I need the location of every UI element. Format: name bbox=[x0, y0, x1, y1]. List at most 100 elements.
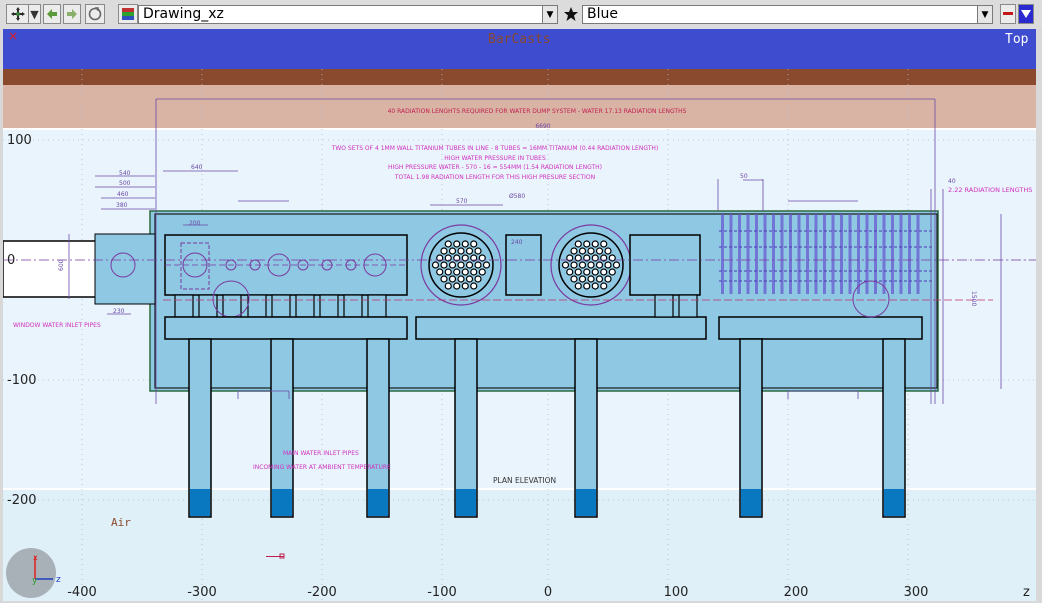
x-tick-300: 300 bbox=[904, 585, 929, 600]
tube-hole bbox=[448, 247, 457, 255]
tubes-note-line4: TOTAL 1.98 RADIATION LENGTH FOR THIS HIG… bbox=[394, 174, 595, 181]
dim-500: 500 bbox=[119, 180, 131, 187]
dropdown-arrow-icon[interactable] bbox=[1018, 4, 1034, 24]
dropdown-arrow-icon[interactable]: ▼ bbox=[977, 5, 993, 24]
tube-hole bbox=[457, 261, 465, 269]
tube-hole bbox=[470, 282, 478, 290]
dim-40: 40 bbox=[948, 178, 956, 185]
forward-arrow-icon[interactable] bbox=[63, 4, 81, 24]
leg-water-level bbox=[576, 489, 596, 516]
drawing-select[interactable]: Drawing_xz bbox=[138, 5, 543, 24]
tube-hole bbox=[566, 268, 574, 276]
x-tick-minus100: -100 bbox=[427, 585, 457, 600]
leg-water-level bbox=[884, 489, 904, 516]
corner-z-label: z bbox=[1023, 585, 1030, 600]
tube-hole bbox=[474, 275, 482, 283]
tube-hole bbox=[453, 240, 461, 248]
banner-title: BarCasts bbox=[488, 32, 551, 47]
fin bbox=[746, 214, 750, 294]
dim-1500: 1500 bbox=[970, 291, 977, 306]
crossbeam-middle bbox=[415, 316, 707, 340]
dim-200: 200 bbox=[189, 220, 201, 227]
dim-600: 600 bbox=[58, 259, 65, 271]
tube-hole bbox=[453, 268, 461, 276]
dim-640: 640 bbox=[191, 164, 203, 171]
tube-hole bbox=[440, 275, 448, 283]
y-tick-minus100: -100 bbox=[7, 373, 37, 388]
refresh-icon[interactable] bbox=[85, 4, 105, 24]
x-tick-0: 0 bbox=[544, 585, 552, 600]
dim-230: 230 bbox=[113, 308, 125, 315]
vertical-scrollbar[interactable] bbox=[1036, 29, 1042, 603]
radiation-note: 40 RADIATION LENGHTS REQUIRED FOR WATER … bbox=[388, 108, 687, 115]
tube-hole bbox=[478, 268, 486, 276]
tube-hole bbox=[591, 268, 599, 276]
move-tool-icon[interactable] bbox=[6, 4, 30, 24]
drawing-viewport[interactable]: × BarCasts Top 6690 40 RADIATION LENGHTS… bbox=[3, 29, 1036, 601]
gizmo-y-label: y bbox=[32, 576, 38, 586]
dim-50: 50 bbox=[740, 173, 748, 180]
tube-hole bbox=[574, 282, 582, 290]
color-select[interactable]: Blue bbox=[582, 5, 978, 24]
tube-hole bbox=[561, 261, 570, 269]
tube-hole bbox=[604, 247, 612, 255]
gizmo-z-label: z bbox=[56, 575, 61, 585]
dim-460: 460 bbox=[117, 191, 129, 198]
tube-hole bbox=[436, 268, 444, 276]
tube-hole bbox=[595, 275, 604, 283]
leg-water-level bbox=[456, 489, 476, 516]
drawing-canvas[interactable]: × BarCasts Top 6690 40 RADIATION LENGHTS… bbox=[3, 29, 1036, 601]
toolbar: ▼ Drawing_xz ▼ Blue ▼ bbox=[0, 0, 1042, 30]
tube-hole bbox=[570, 247, 578, 255]
minimize-icon[interactable] bbox=[1000, 4, 1016, 24]
y-tick-100: 100 bbox=[7, 133, 32, 148]
gizmo-x-label: x bbox=[33, 553, 38, 562]
fin bbox=[916, 214, 920, 294]
fin bbox=[729, 214, 733, 294]
fin bbox=[806, 214, 809, 294]
tube-hole bbox=[600, 268, 608, 276]
tube-hole bbox=[587, 247, 595, 255]
back-arrow-icon[interactable] bbox=[43, 4, 61, 24]
close-icon[interactable]: × bbox=[8, 29, 18, 43]
crossbeam-left bbox=[164, 316, 408, 340]
tube-hole bbox=[444, 268, 452, 276]
dim-380: 380 bbox=[116, 202, 128, 209]
tube-hole bbox=[595, 247, 604, 255]
star-icon[interactable] bbox=[561, 4, 581, 24]
layers-icon[interactable] bbox=[118, 4, 138, 24]
fin bbox=[789, 214, 792, 294]
fin bbox=[721, 214, 724, 294]
tube-hole bbox=[465, 275, 474, 283]
tube-hole bbox=[465, 261, 474, 269]
fin bbox=[797, 214, 801, 294]
tube-hole bbox=[453, 282, 461, 290]
fin bbox=[908, 214, 911, 294]
dropdown-arrow-icon[interactable]: ▼ bbox=[28, 4, 41, 24]
fin bbox=[763, 214, 767, 294]
x-tick-minus300: -300 bbox=[187, 585, 217, 600]
fin bbox=[848, 214, 852, 294]
tube-hole bbox=[482, 261, 491, 269]
fin bbox=[831, 214, 835, 294]
crossbeam-right bbox=[718, 316, 923, 340]
dim-570: 570 bbox=[456, 198, 468, 205]
dropdown-arrow-icon[interactable]: ▼ bbox=[542, 5, 558, 24]
y-tick-0: 0 bbox=[7, 253, 15, 268]
tube-hole bbox=[448, 261, 457, 269]
inlet-flange bbox=[94, 233, 156, 305]
tube-hole bbox=[578, 261, 587, 269]
tube-hole bbox=[583, 268, 591, 276]
tube-hole bbox=[591, 240, 599, 248]
outlet-box bbox=[629, 234, 701, 296]
dim-540: 540 bbox=[119, 170, 131, 177]
tube-hole bbox=[461, 240, 469, 248]
tube-hole bbox=[591, 282, 599, 290]
tube-hole bbox=[595, 261, 604, 269]
tube-hole bbox=[600, 282, 608, 290]
tube-hole bbox=[578, 247, 587, 255]
tube-hole bbox=[608, 268, 616, 276]
tube-hole bbox=[570, 275, 578, 283]
tube-hole bbox=[600, 240, 608, 248]
main-inlet-note-1: MAIN WATER INLET PIPES bbox=[283, 450, 359, 457]
